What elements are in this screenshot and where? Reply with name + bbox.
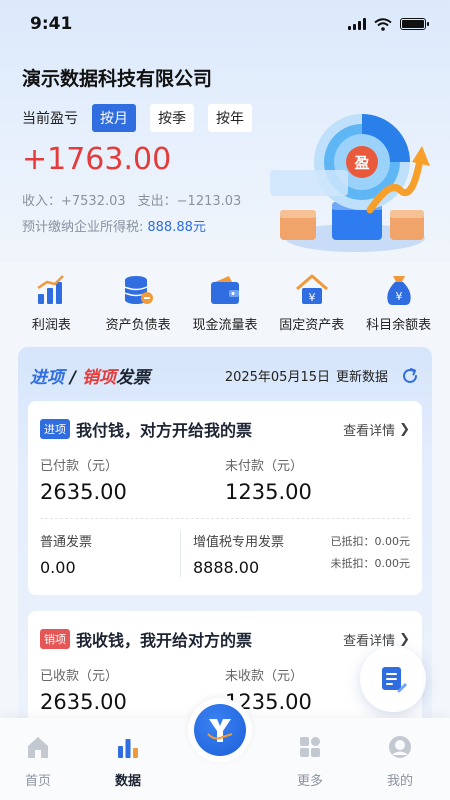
svg-text:¥: ¥ <box>308 291 315 304</box>
view-details-link[interactable]: 查看详情 ❯ <box>343 420 410 439</box>
chevron-right-icon: ❯ <box>399 421 410 437</box>
tab-label: 我的 <box>386 774 413 789</box>
income-value: 收入：+7532.03 <box>22 194 126 209</box>
tool-fixed-assets[interactable]: ¥ 固定资产表 <box>269 272 355 338</box>
tab-mine[interactable]: 我的 <box>370 734 430 789</box>
tax-estimate: 预计缴纳企业所得税: 888.88元 <box>22 216 206 235</box>
undeducted-value: 未抵扣：0.00元 <box>330 557 411 570</box>
tax-label: 预计缴纳企业所得税: <box>22 220 144 235</box>
update-data-link[interactable]: 更新数据 <box>336 366 388 385</box>
floating-report-button[interactable] <box>360 646 426 712</box>
company-name: 演示数据科技有限公司 <box>22 68 213 90</box>
brand-logo-icon <box>194 704 246 756</box>
output-tag: 销项 <box>40 629 70 649</box>
tool-label: 现金流量表 <box>192 318 258 333</box>
normal-invoice-block: 普通发票 0.00 <box>40 531 180 577</box>
status-bar: 9:41 <box>0 0 450 48</box>
update-info: 2025年05月15日 更新数据 <box>225 366 420 386</box>
paid-block: 已付款（元） 2635.00 <box>40 455 225 504</box>
wifi-icon <box>374 17 392 31</box>
vat-invoice-label: 增值税专用发票 <box>193 535 285 550</box>
status-icons <box>348 17 429 31</box>
tool-account-balance[interactable]: ¥ 科目余额表 <box>356 272 442 338</box>
unpaid-block: 未付款（元） 1235.00 <box>225 455 410 504</box>
tool-label: 科目余额表 <box>366 318 432 333</box>
update-date: 2025年05月15日 <box>224 370 330 385</box>
tool-label: 固定资产表 <box>279 318 345 333</box>
paid-value: 2635.00 <box>40 480 127 504</box>
refresh-icon[interactable] <box>400 366 420 386</box>
normal-invoice-label: 普通发票 <box>40 535 93 550</box>
card-title: 我付钱，对方开给我的票 <box>76 421 253 440</box>
unpaid-label: 未付款（元） <box>225 459 304 474</box>
income-expense-row: 收入：+7532.03 支出：−1213.03 <box>22 190 241 209</box>
tool-label: 资产负债表 <box>105 318 171 333</box>
house-yen-icon: ¥ <box>295 274 328 304</box>
payment-row: 已付款（元） 2635.00 未付款（元） 1235.00 <box>28 441 422 504</box>
status-time: 9:41 <box>30 14 73 34</box>
normal-invoice-value: 0.00 <box>40 558 76 577</box>
tab-label: 更多 <box>296 774 323 789</box>
invoice-panel-header: 进项 / 销项发票 2025年05月15日 更新数据 <box>30 363 420 388</box>
chevron-right-icon: ❯ <box>399 631 410 647</box>
signal-icon <box>348 18 366 30</box>
period-quarter-button[interactable]: 按季 <box>150 104 194 132</box>
tab-more[interactable]: 更多 <box>280 734 340 789</box>
input-tag: 进项 <box>40 419 70 439</box>
profit-value: +1763.00 <box>22 142 172 177</box>
deduction-info: 已抵扣：0.00元 未抵扣：0.00元 <box>331 531 411 575</box>
report-toolbar: 利润表 资产负债表 现金流量表 ¥ 固定资产表 ¥ 科目余额表 <box>0 262 450 338</box>
battery-icon <box>400 18 429 30</box>
tab-data[interactable]: 数据 <box>98 734 158 789</box>
card-header: 销项 我收钱，我开给对方的票 查看详情 ❯ <box>28 611 422 651</box>
illustration-text: 盈 <box>353 154 369 172</box>
paid-label: 已付款（元） <box>40 459 119 474</box>
view-details-link[interactable]: 查看详情 ❯ <box>343 630 410 649</box>
coin-stack-icon <box>124 276 154 304</box>
vat-invoice-block: 增值税专用发票 8888.00 <box>180 531 318 577</box>
profit-illustration: 盈 <box>270 114 430 252</box>
bar-chart-icon <box>37 275 65 304</box>
invoice-type-row: 普通发票 0.00 增值税专用发票 8888.00 已抵扣：0.00元 未抵扣：… <box>28 519 422 577</box>
unpaid-value: 1235.00 <box>225 480 312 504</box>
user-icon <box>389 736 411 758</box>
tool-profit-statement[interactable]: 利润表 <box>8 272 94 338</box>
card-title: 我收钱，我开给对方的票 <box>76 631 253 650</box>
tool-cash-flow[interactable]: 现金流量表 <box>182 272 268 338</box>
home-icon <box>28 737 48 758</box>
bar-chart-icon <box>118 739 138 758</box>
input-invoice-card: 进项 我付钱，对方开给我的票 查看详情 ❯ 已付款（元） 2635.00 未付款（… <box>28 401 422 595</box>
expense-value: 支出：−1213.03 <box>137 194 242 209</box>
grid-icon <box>300 737 320 757</box>
center-home-button[interactable] <box>188 698 252 762</box>
card-header: 进项 我付钱，对方开给我的票 查看详情 ❯ <box>28 401 422 441</box>
money-bag-icon: ¥ <box>386 276 411 305</box>
wallet-icon <box>210 276 239 304</box>
invoice-panel-title: 进项 / 销项发票 <box>30 368 151 388</box>
tab-home[interactable]: 首页 <box>8 734 68 789</box>
period-month-button[interactable]: 按月 <box>92 104 136 132</box>
period-selector: 当前盈亏 按月 按季 按年 <box>22 104 266 132</box>
tab-label: 数据 <box>114 774 141 789</box>
tool-label: 利润表 <box>31 318 71 333</box>
tool-balance-sheet[interactable]: 资产负债表 <box>95 272 181 338</box>
svg-text:¥: ¥ <box>395 290 402 303</box>
received-label: 已收款（元） <box>40 669 119 684</box>
period-label: 当前盈亏 <box>22 111 78 127</box>
tab-label: 首页 <box>24 774 51 789</box>
period-year-button[interactable]: 按年 <box>208 104 252 132</box>
deducted-value: 已抵扣：0.00元 <box>330 535 411 548</box>
vat-invoice-value: 8888.00 <box>193 558 260 577</box>
document-edit-icon <box>382 667 407 693</box>
tax-amount: 888.88元 <box>147 220 206 235</box>
